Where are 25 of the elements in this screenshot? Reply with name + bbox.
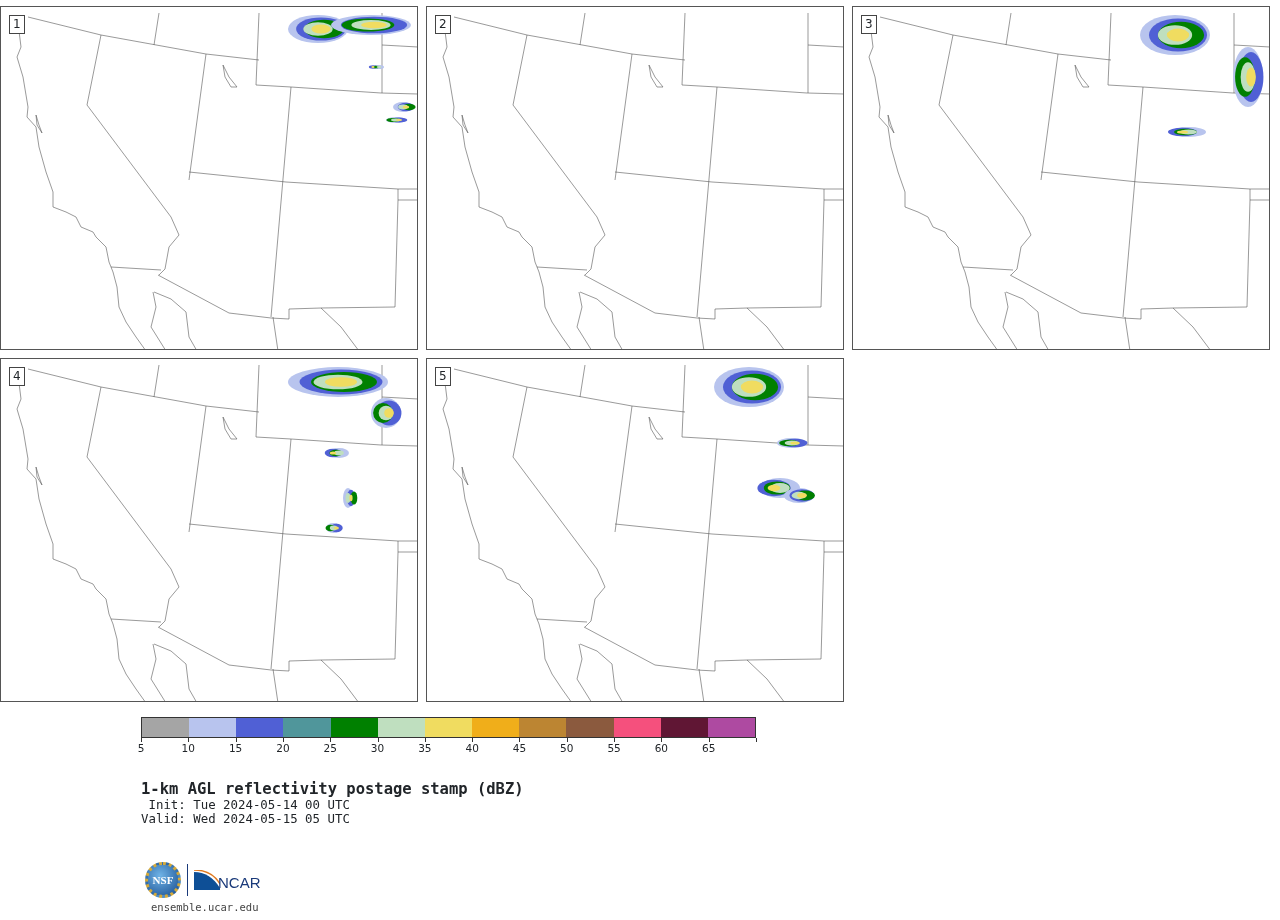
tick-label: 50 [560,742,574,754]
tick-label: 40 [465,742,479,754]
tick-label: 5 [137,742,145,754]
tick-label: 15 [228,742,243,754]
tick-label: 35 [418,742,432,754]
panel-number: 3 [861,15,877,34]
panel-number: 2 [435,15,451,34]
tick-label: 30 [370,742,385,754]
globe-logo: NSF [145,862,181,898]
tick-label: 60 [654,742,669,754]
valid-time: Valid: Wed 2024-05-15 05 UTC [141,812,351,826]
tick-label: 20 [276,742,290,754]
panel-number: 1 [9,15,25,34]
tick-label: 45 [512,742,527,754]
tick-label: 65 [702,742,716,754]
logo-text: NCAR [218,875,261,890]
tick-label: 25 [323,742,337,754]
init-time: Init: Tue 2024-05-14 00 UTC [147,798,351,812]
website-url: ensemble.ucar.edu [151,900,260,915]
panel-number: 5 [435,367,451,386]
tick-label: 10 [181,742,195,754]
chart-title: 1-km AGL reflectivity postage stamp (dBZ) [141,780,525,798]
swoosh-icon [194,870,220,890]
tick-label: 55 [607,742,621,754]
panel-number: 4 [9,367,25,386]
